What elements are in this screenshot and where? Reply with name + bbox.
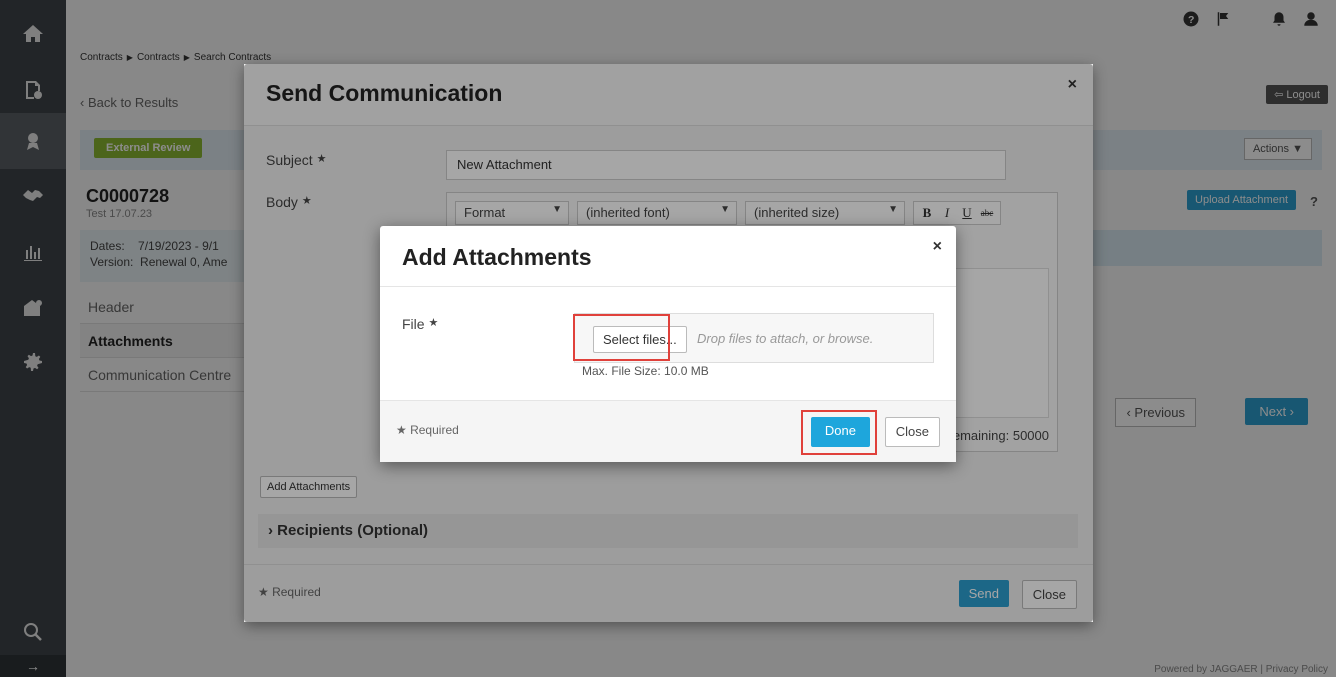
highlight-box xyxy=(801,410,877,455)
divider xyxy=(380,286,956,287)
modal-title: Add Attachments xyxy=(402,244,592,270)
required-note: ★ Required xyxy=(396,423,459,437)
highlight-box xyxy=(573,314,670,361)
add-attachments-modal: Add Attachments × File ★ Select files...… xyxy=(380,226,956,462)
file-label: File ★ xyxy=(402,316,439,332)
close-button[interactable]: Close xyxy=(884,417,940,447)
drop-hint: Drop files to attach, or browse. xyxy=(697,331,874,346)
modal-footer: ★ Required Done Close xyxy=(380,400,956,462)
close-icon[interactable]: × xyxy=(933,238,942,256)
max-file-size: Max. File Size: 10.0 MB xyxy=(582,364,709,378)
